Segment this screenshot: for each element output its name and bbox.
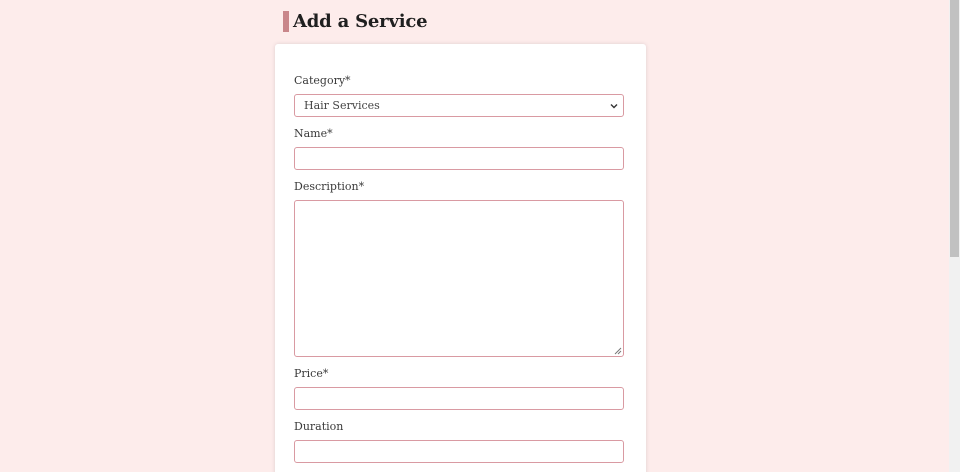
add-service-form: Category* Hair Services Name* Descriptio… <box>275 44 646 472</box>
heading-accent-bar <box>283 10 289 32</box>
page-title: Add a Service <box>293 10 428 32</box>
price-label: Price* <box>294 367 329 380</box>
name-label: Name* <box>294 127 333 140</box>
category-select[interactable]: Hair Services <box>294 94 624 117</box>
page: Add a Service Category* Hair Services Na… <box>0 0 960 472</box>
category-select-value: Hair Services <box>304 99 380 112</box>
scrollbar-thumb[interactable] <box>950 0 959 257</box>
page-heading: Add a Service <box>283 10 428 32</box>
description-textarea[interactable] <box>294 200 624 357</box>
duration-label: Duration <box>294 420 344 433</box>
description-label: Description* <box>294 180 365 193</box>
resize-grip-icon[interactable] <box>614 347 622 355</box>
price-input[interactable] <box>294 387 624 410</box>
page-scrollbar[interactable] <box>949 0 960 472</box>
chevron-down-icon <box>610 104 618 109</box>
category-label: Category* <box>294 74 351 87</box>
name-input[interactable] <box>294 147 624 170</box>
duration-input[interactable] <box>294 440 624 463</box>
